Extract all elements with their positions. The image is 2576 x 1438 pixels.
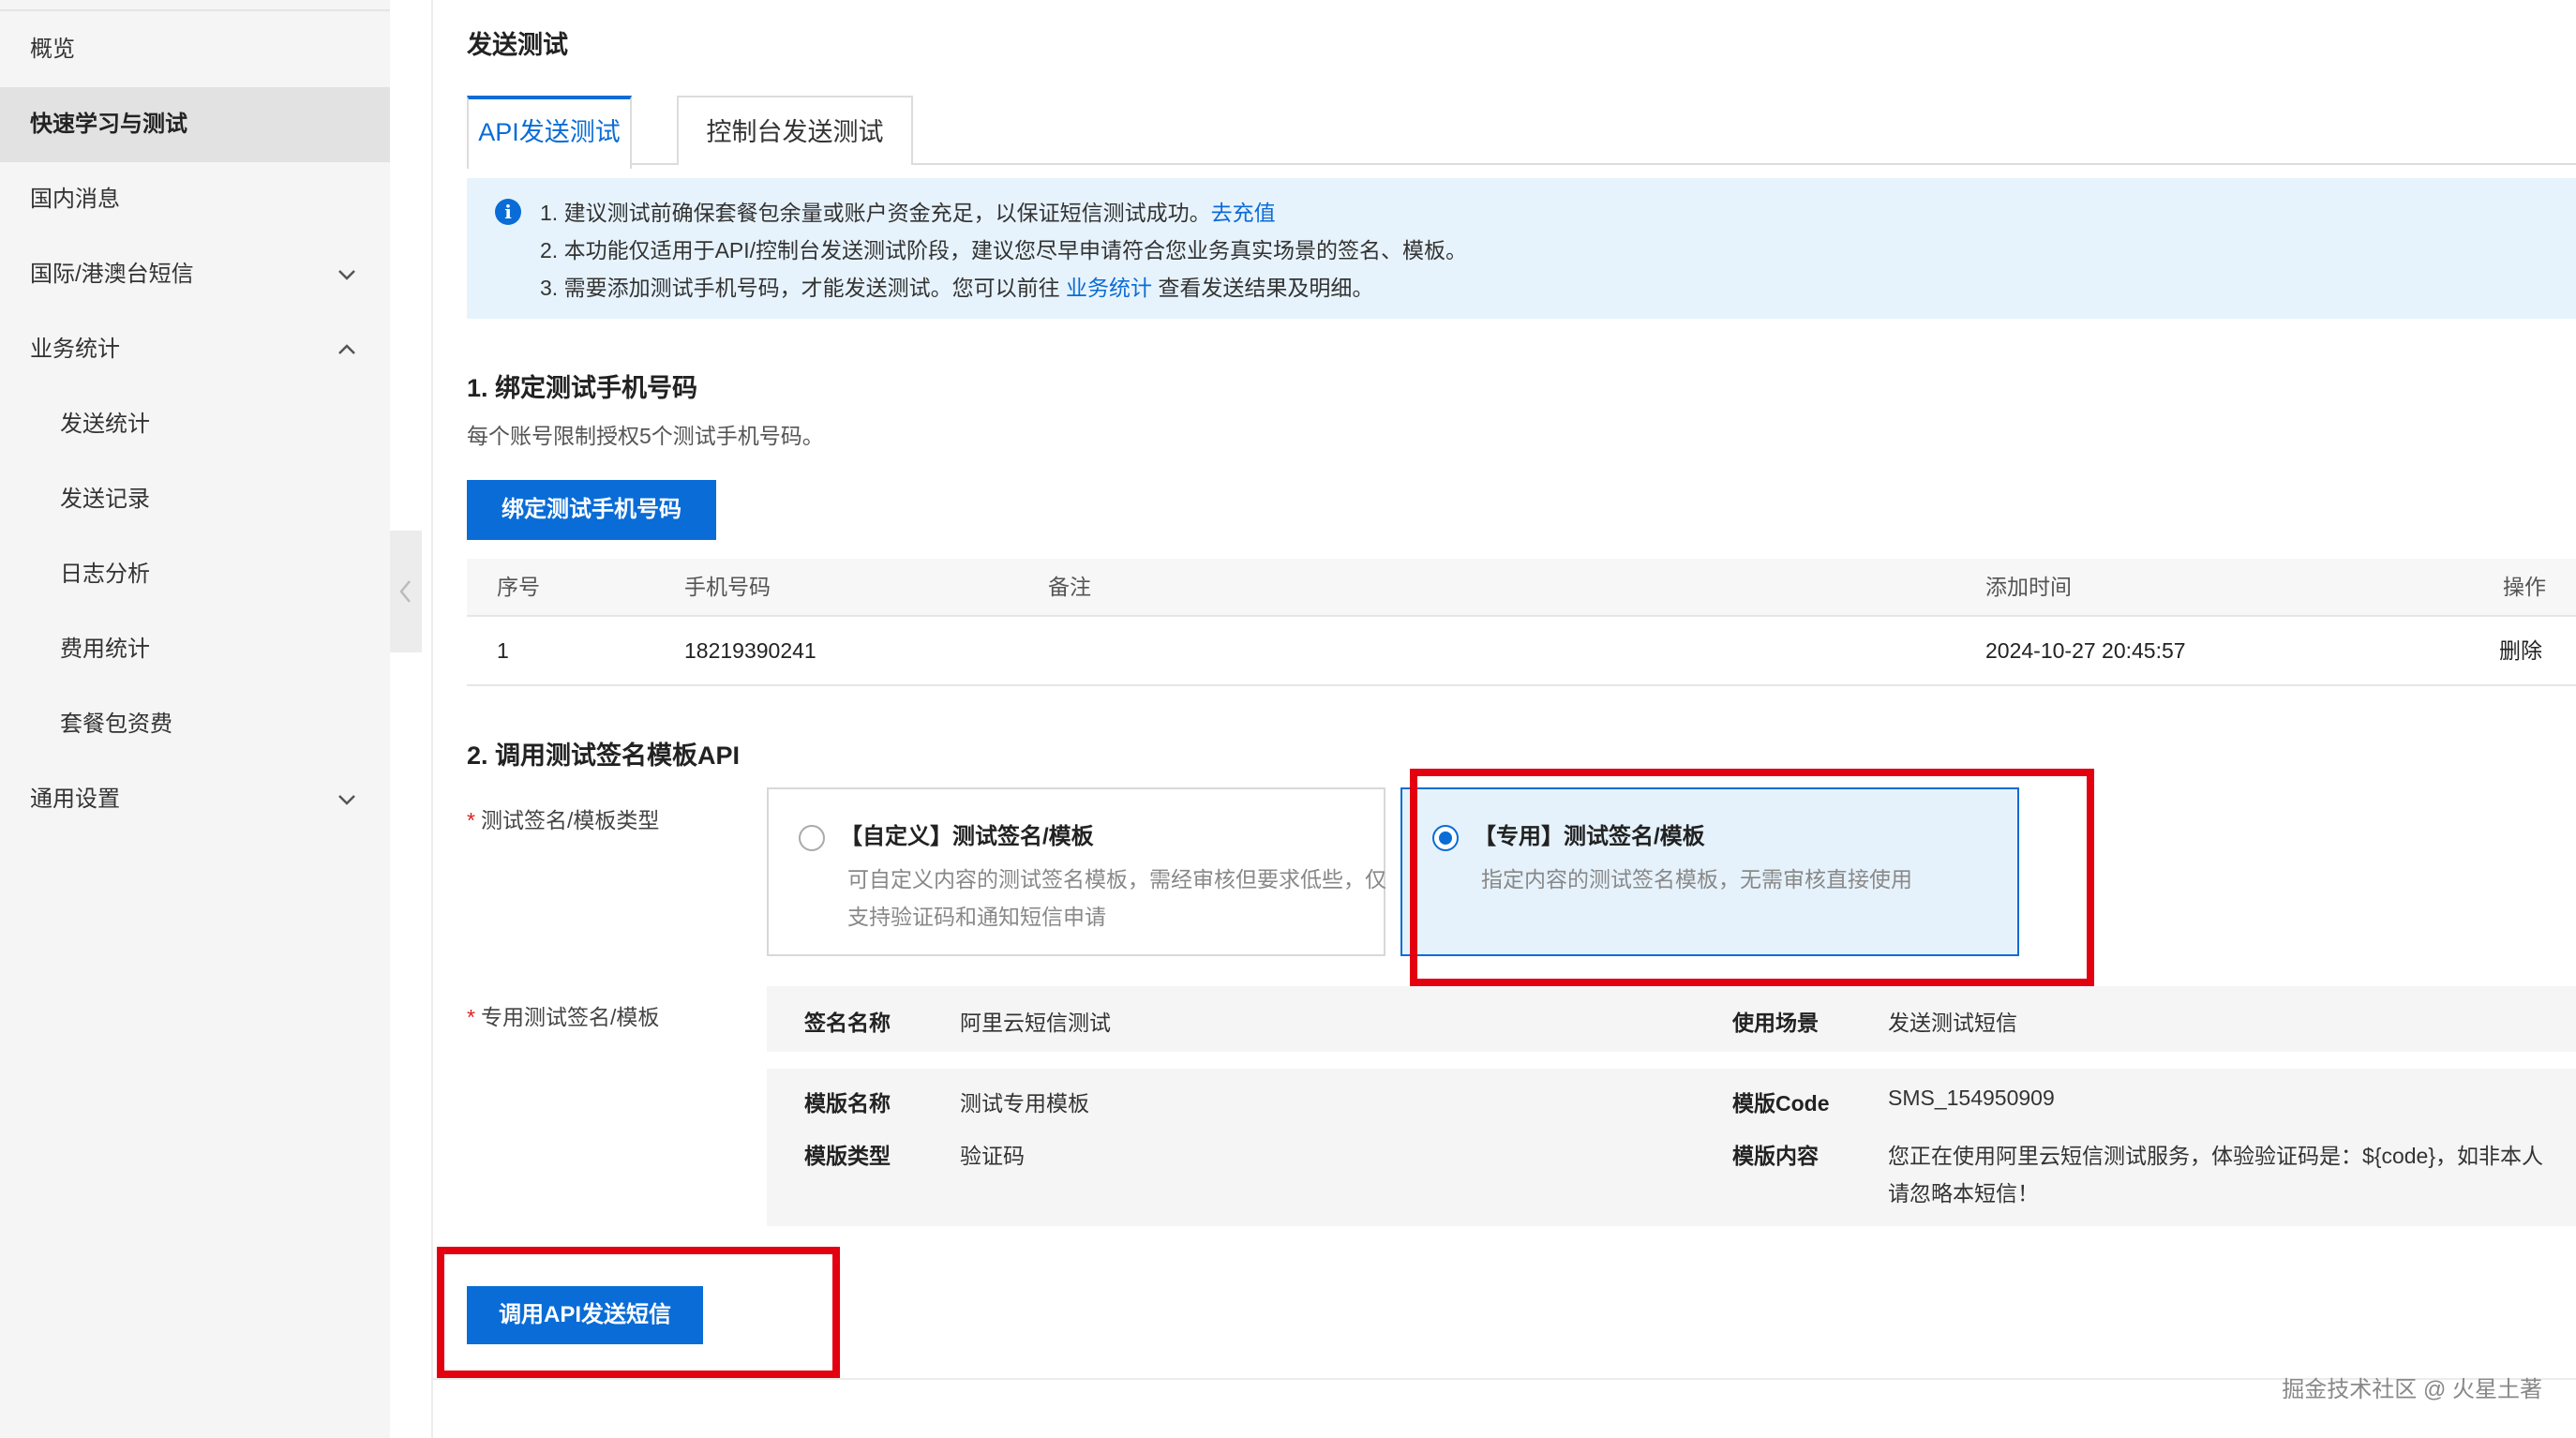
sidebar-item-label: 概览 xyxy=(30,37,75,62)
sidebar-item-overview[interactable]: 概览 xyxy=(0,12,390,87)
option-desc: 可自定义内容的测试签名模板，需经审核但要求低些，仅支持验证码和通知短信申请 xyxy=(847,867,1386,929)
sidebar-collapse-handle[interactable] xyxy=(390,531,422,652)
template-type-key: 模版类型 xyxy=(804,1144,891,1168)
main-content: 发送测试 API发送测试 控制台发送测试 i 1. 建议测试前确保套餐包余量或账… xyxy=(433,0,2576,1438)
sidebar-item-business-stats[interactable]: 业务统计 xyxy=(0,312,390,387)
required-mark: * xyxy=(467,1005,475,1029)
dedicated-template-label: * 专用测试签名/模板 xyxy=(467,999,659,1031)
section-title-bind-phone: 1. 绑定测试手机号码 xyxy=(467,374,698,402)
notice-banner: i 1. 建议测试前确保套餐包余量或账户资金充足，以保证短信测试成功。去充值 2… xyxy=(467,178,2576,319)
notice-line-2: 2. 本功能仅适用于API/控制台发送测试阶段，建议您尽早申请符合您业务真实场景… xyxy=(540,238,1468,262)
template-code-value: SMS_154950909 xyxy=(1888,1086,2055,1110)
sidebar-item-label: 通用设置 xyxy=(30,786,120,812)
notice-line-1: 1. 建议测试前确保套餐包余量或账户资金充足，以保证短信测试成功。去充值 xyxy=(540,195,1276,227)
sidebar: 概览 快速学习与测试 国内消息 国际/港澳台短信 业务统计 发送统计 发送记录 … xyxy=(0,0,390,1438)
chevron-up-icon xyxy=(338,344,355,354)
scene-value: 发送测试短信 xyxy=(1888,1011,2017,1035)
sidebar-item-label: 国际/港澳台短信 xyxy=(30,262,194,287)
column-header-note: 备注 xyxy=(1048,575,1091,599)
required-mark: * xyxy=(467,808,475,832)
sidebar-item-domestic-messages[interactable]: 国内消息 xyxy=(0,162,390,237)
sidebar-item-quick-learn-test[interactable]: 快速学习与测试 xyxy=(0,87,390,162)
chevron-left-icon xyxy=(399,580,411,603)
sidebar-item-general-settings[interactable]: 通用设置 xyxy=(0,762,390,837)
sign-info-panel: 签名名称 阿里云短信测试 使用场景 发送测试短信 xyxy=(767,986,2576,1052)
column-header-time: 添加时间 xyxy=(1985,575,2072,599)
sidebar-item-international-sms[interactable]: 国际/港澳台短信 xyxy=(0,237,390,312)
template-code-key: 模版Code xyxy=(1732,1091,1830,1116)
row-phone: 18219390241 xyxy=(684,638,816,663)
sidebar-item-send-records[interactable]: 发送记录 xyxy=(0,462,390,537)
highlight-box-dedicated-option xyxy=(1410,769,2094,986)
sidebar-item-label: 快速学习与测试 xyxy=(30,112,187,137)
tab-console-send-test[interactable]: 控制台发送测试 xyxy=(677,96,913,165)
highlight-box-send-button xyxy=(437,1247,840,1378)
template-content-line-2: 请忽略本短信！ xyxy=(1888,1181,2039,1206)
sign-name-key: 签名名称 xyxy=(804,1011,891,1035)
tab-api-send-test[interactable]: API发送测试 xyxy=(467,96,632,169)
form-label-text: 测试签名/模板类型 xyxy=(480,808,660,832)
section-title-call-api: 2. 调用测试签名模板API xyxy=(467,741,741,770)
sidebar-item-package-pricing[interactable]: 套餐包资费 xyxy=(0,687,390,762)
business-stats-link[interactable]: 业务统计 xyxy=(1066,276,1152,300)
sidebar-item-label: 发送统计 xyxy=(60,412,150,437)
bind-phone-button[interactable]: 绑定测试手机号码 xyxy=(467,480,716,540)
sidebar-item-label: 发送记录 xyxy=(60,487,150,512)
sidebar-item-send-stats[interactable]: 发送统计 xyxy=(0,387,390,462)
sidebar-item-label: 业务统计 xyxy=(30,337,120,362)
template-name-value: 测试专用模板 xyxy=(960,1091,1089,1116)
sidebar-divider xyxy=(0,9,390,11)
watermark: 掘金技术社区 @ 火星土著 xyxy=(2282,1377,2542,1402)
template-content-key: 模版内容 xyxy=(1732,1144,1819,1168)
sidebar-item-cost-stats[interactable]: 费用统计 xyxy=(0,612,390,687)
sidebar-item-label: 日志分析 xyxy=(60,562,150,587)
info-icon: i xyxy=(495,199,521,225)
recharge-link[interactable]: 去充值 xyxy=(1211,201,1276,225)
sign-name-value: 阿里云短信测试 xyxy=(960,1011,1111,1035)
template-type-value: 验证码 xyxy=(960,1144,1025,1168)
scene-key: 使用场景 xyxy=(1732,1011,1819,1035)
sidebar-item-log-analysis[interactable]: 日志分析 xyxy=(0,537,390,612)
table-header: 序号 手机号码 备注 添加时间 操作 xyxy=(467,559,2576,617)
chevron-down-icon xyxy=(338,795,355,805)
notice-text: 1. 建议测试前确保套餐包余量或账户资金充足，以保证短信测试成功。 xyxy=(540,201,1211,225)
section-desc-bind-phone: 每个账号限制授权5个测试手机号码。 xyxy=(467,424,824,448)
template-name-key: 模版名称 xyxy=(804,1091,891,1116)
column-header-action: 操作 xyxy=(2503,575,2546,599)
template-info-panel: 模版名称 测试专用模板 模版Code SMS_154950909 模版类型 验证… xyxy=(767,1069,2576,1226)
notice-line-3: 3. 需要添加测试手机号码，才能发送测试。您可以前往 业务统计 查看发送结果及明… xyxy=(540,270,1373,302)
sidebar-item-label: 套餐包资费 xyxy=(60,712,172,737)
row-index: 1 xyxy=(497,638,509,663)
column-header-phone: 手机号码 xyxy=(684,575,771,599)
delete-link[interactable]: 删除 xyxy=(2499,617,2542,684)
column-header-index: 序号 xyxy=(497,575,540,599)
custom-template-option[interactable]: 【自定义】测试签名/模板 可自定义内容的测试签名模板，需经审核但要求低些，仅支持… xyxy=(767,787,1386,956)
notice-text: 查看发送结果及明细。 xyxy=(1151,276,1374,300)
chevron-down-icon xyxy=(338,270,355,280)
form-label-text: 专用测试签名/模板 xyxy=(480,1005,660,1029)
page-title: 发送测试 xyxy=(467,31,568,59)
template-type-label: * 测试签名/模板类型 xyxy=(467,802,659,834)
template-content-line-1: 您正在使用阿里云短信测试服务，体验验证码是：${code}，如非本人 xyxy=(1888,1144,2544,1168)
footer-divider xyxy=(433,1378,2576,1380)
option-title: 【自定义】测试签名/模板 xyxy=(840,824,1094,849)
table-row: 1 18219390241 2024-10-27 20:45:57 删除 xyxy=(467,617,2576,686)
row-time: 2024-10-27 20:45:57 xyxy=(1985,638,2186,663)
notice-text: 3. 需要添加测试手机号码，才能发送测试。您可以前往 xyxy=(540,276,1066,300)
sidebar-item-label: 费用统计 xyxy=(60,637,150,662)
sidebar-item-label: 国内消息 xyxy=(30,187,120,212)
radio-custom[interactable] xyxy=(799,825,825,851)
